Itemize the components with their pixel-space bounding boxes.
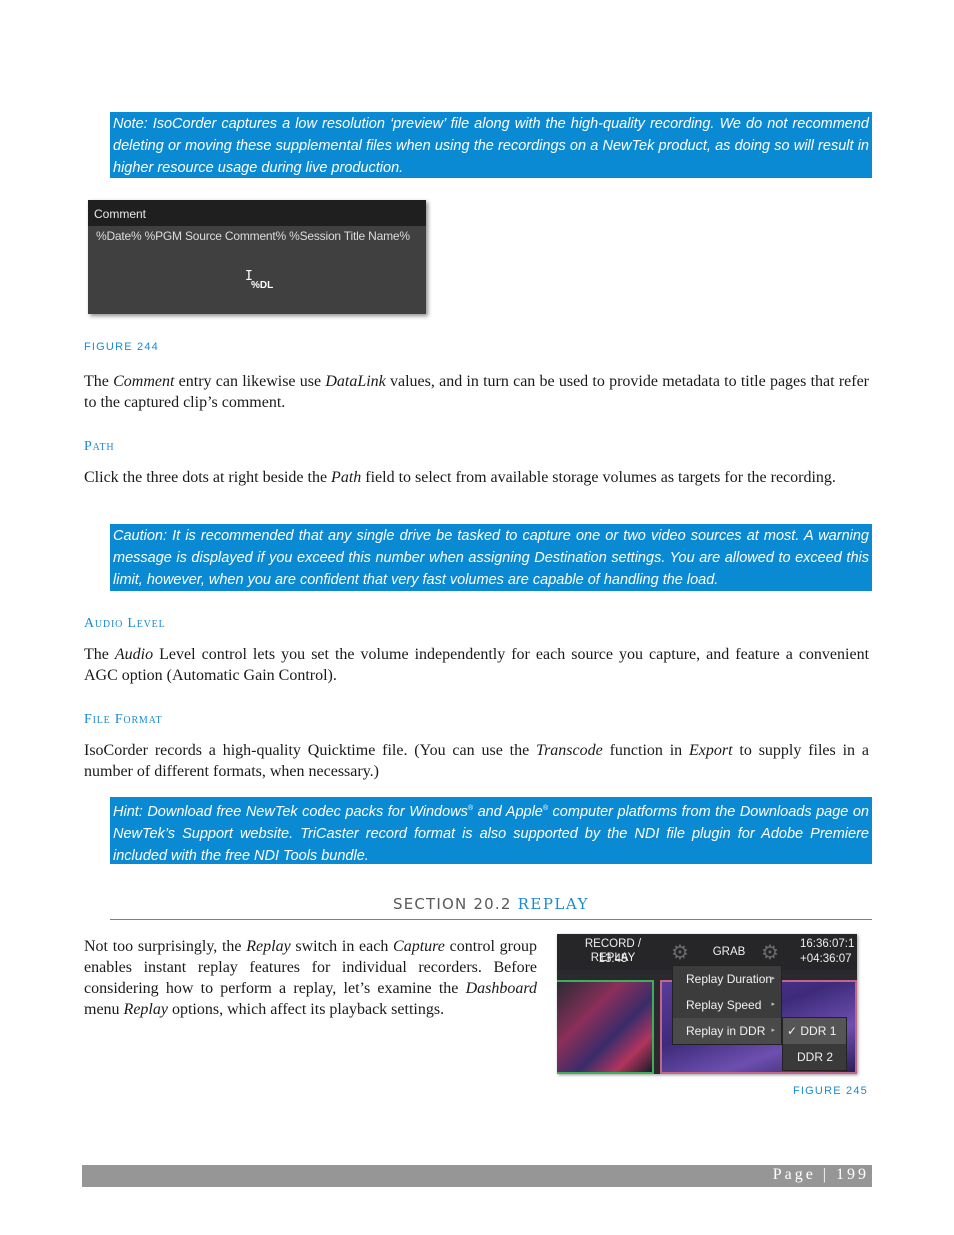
audio-level-paragraph: The Audio Level control lets you set the… [84,644,869,686]
text: function in [602,742,690,759]
hint-callout: Hint: Download free NewTek codec packs f… [110,797,872,864]
text: Hint: Download free NewTek codec packs f… [113,803,468,820]
replay-context-menu: Replay Duration ▸ Replay Speed ▸ Replay in… [672,965,782,1045]
note-callout: Note: IsoCorder captures a low resolutio… [110,112,872,178]
datalink-badge: %DL [251,280,274,291]
text: IsoCorder records a high-quality Quickti… [84,742,537,759]
text: Click the three dots at right beside the [84,469,332,486]
elapsed-readout: +04:36:07 [800,953,852,965]
emphasis: Capture [393,938,445,955]
text: and Apple [473,803,543,820]
text: Not too surprisingly, the [84,938,247,955]
figure-caption: FIGURE 244 [84,341,159,353]
menu-item-replay-duration[interactable]: Replay Duration ▸ [673,966,781,992]
text: The [84,373,114,390]
page-footer: Page | 199 [82,1165,872,1187]
emphasis: Replay [123,1001,168,1018]
section-title: REPLAY [517,895,590,913]
submenu-arrow-icon: ▸ [771,975,775,982]
file-format-paragraph: IsoCorder records a high-quality Quickti… [84,740,869,782]
menu-item-label: Replay Speed [686,998,762,1012]
submenu-arrow-icon: ▸ [771,1001,775,1008]
emphasis: Export [689,742,733,759]
page-number: Page | 199 [772,1166,869,1183]
comment-field-screenshot: Comment %Date% %PGM Source Comment% %Ses… [88,200,426,314]
submenu-item-ddr2[interactable]: DDR 2 [783,1044,846,1070]
comment-field-value: %Date% %PGM Source Comment% %Session Tit… [96,229,410,243]
emphasis: Comment [113,373,175,390]
text: menu [84,1001,124,1018]
menu-item-label: Replay Duration [686,972,773,986]
menu-item-label: Replay in DDR [686,1024,766,1038]
clock-readout: 16:36:07:1 [800,938,855,950]
video-preview-left [557,980,654,1074]
path-paragraph: Click the three dots at right beside the… [84,467,869,488]
emphasis: Audio [114,646,154,663]
record-time: 13:45 [598,953,628,965]
comment-field-header: Comment [88,200,426,226]
file-format-heading: File Format [84,712,163,727]
section-heading: SECTION 20.2 REPLAY [110,895,872,913]
submenu-item-ddr1[interactable]: ✓ DDR 1 [783,1018,846,1044]
menu-item-replay-speed[interactable]: Replay Speed ▸ [673,992,781,1018]
caution-callout: Caution: It is recommended that any sing… [110,524,872,591]
replay-paragraph: Not too surprisingly, the Replay switch … [84,936,537,1020]
gear-icon[interactable]: ⚙ [671,942,689,962]
emphasis: Replay [246,938,291,955]
emphasis: Dashboard [465,980,537,997]
section-number: SECTION 20.2 [392,895,518,913]
emphasis: Path [331,469,362,486]
emphasis: Transcode [536,742,603,759]
note-text: Note: IsoCorder captures a low resolutio… [113,116,869,176]
replay-menu-screenshot: RECORD / REPLAY 13:45 ⚙ GRAB ⚙ 16:36:07:… [557,934,857,1074]
submenu-arrow-icon: ▸ [771,1027,775,1034]
grab-label[interactable]: GRAB [707,945,751,959]
text: Level control lets you set the volume in… [84,646,870,684]
text: field to select from available storage v… [361,469,836,486]
emphasis: DataLink [325,373,386,390]
text: options, which affect its playback setti… [167,1001,445,1018]
section-divider [110,919,872,920]
menu-item-replay-in-ddr[interactable]: Replay in DDR ▸ [673,1018,781,1044]
comment-paragraph: The Comment entry can likewise use DataL… [84,371,869,413]
audio-level-heading: Audio Level [84,616,166,631]
text: entry can likewise use [174,373,326,390]
caution-text: Caution: It is recommended that any sing… [113,528,869,588]
figure-caption: FIGURE 245 [793,1085,868,1097]
text: The [84,646,115,663]
gear-icon[interactable]: ⚙ [761,942,779,962]
path-heading: Path [84,439,115,454]
ddr-submenu: ✓ DDR 1 DDR 2 [782,1017,847,1071]
text: switch in each [290,938,394,955]
